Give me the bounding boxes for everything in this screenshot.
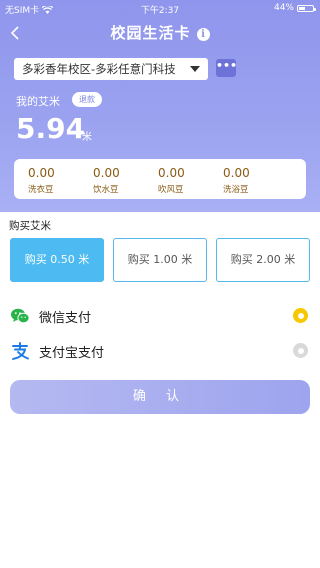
radio-selected-icon[interactable] bbox=[293, 308, 308, 323]
battery-percent: 44% bbox=[273, 3, 294, 13]
bean-value: 0.00 bbox=[158, 166, 185, 180]
bean-name: 洗衣豆 bbox=[28, 185, 54, 195]
balance-label: 我的艾米 bbox=[16, 95, 60, 108]
bean-value: 0.00 bbox=[28, 166, 55, 180]
alipay-icon bbox=[12, 342, 29, 360]
confirm-button[interactable]: 确 认 bbox=[10, 380, 310, 414]
purchase-label: 购买艾米 bbox=[9, 220, 51, 232]
dropdown-arrow-icon bbox=[190, 66, 200, 72]
battery-icon bbox=[297, 4, 316, 12]
status-time: 下午2:37 bbox=[140, 6, 180, 16]
more-button[interactable]: ••• bbox=[216, 59, 237, 77]
bean-item-laundry: 0.00 洗衣豆 bbox=[14, 159, 79, 199]
campus-select-value: 多彩香年校区-多彩任意门科技 bbox=[22, 62, 176, 76]
payment-option-wechat[interactable]: 微信支付 bbox=[0, 303, 320, 329]
campus-select[interactable]: 多彩香年校区-多彩任意门科技 bbox=[14, 58, 208, 80]
bean-value: 0.00 bbox=[93, 166, 120, 180]
refund-button[interactable]: 退款 bbox=[72, 92, 102, 107]
status-bar: 无SIM卡 下午2:37 44% bbox=[0, 0, 320, 16]
bean-item-hairdryer: 0.00 吹风豆 bbox=[144, 159, 209, 199]
bean-value: 0.00 bbox=[223, 166, 250, 180]
bean-name: 饮水豆 bbox=[93, 185, 119, 195]
nav-bar: 校园生活卡 i bbox=[0, 22, 320, 44]
info-icon[interactable]: i bbox=[196, 28, 210, 41]
payment-label: 微信支付 bbox=[39, 311, 92, 326]
page-title: 校园生活卡 bbox=[110, 24, 191, 42]
payment-option-alipay[interactable]: 支付宝支付 bbox=[0, 338, 320, 364]
purchase-option-0-50[interactable]: 购买 0.50 米 bbox=[10, 238, 104, 282]
bean-item-shower: 0.00 洗浴豆 bbox=[209, 159, 274, 199]
balance-amount: 5.94 bbox=[16, 112, 86, 145]
radio-unselected-icon[interactable] bbox=[293, 343, 308, 358]
balance-unit: 米 bbox=[82, 132, 92, 143]
bean-name: 吹风豆 bbox=[158, 185, 184, 195]
bean-name: 洗浴豆 bbox=[223, 185, 249, 195]
purchase-option-1-00[interactable]: 购买 1.00 米 bbox=[113, 238, 207, 282]
purchase-options: 购买 0.50 米 购买 1.00 米 购买 2.00 米 bbox=[10, 238, 310, 284]
purchase-option-2-00[interactable]: 购买 2.00 米 bbox=[216, 238, 310, 282]
payment-label: 支付宝支付 bbox=[39, 346, 105, 361]
bean-summary-card: 0.00 洗衣豆 0.00 饮水豆 0.00 吹风豆 0.00 洗浴豆 bbox=[14, 159, 306, 199]
wechat-icon bbox=[11, 308, 30, 324]
bean-item-water: 0.00 饮水豆 bbox=[79, 159, 144, 199]
